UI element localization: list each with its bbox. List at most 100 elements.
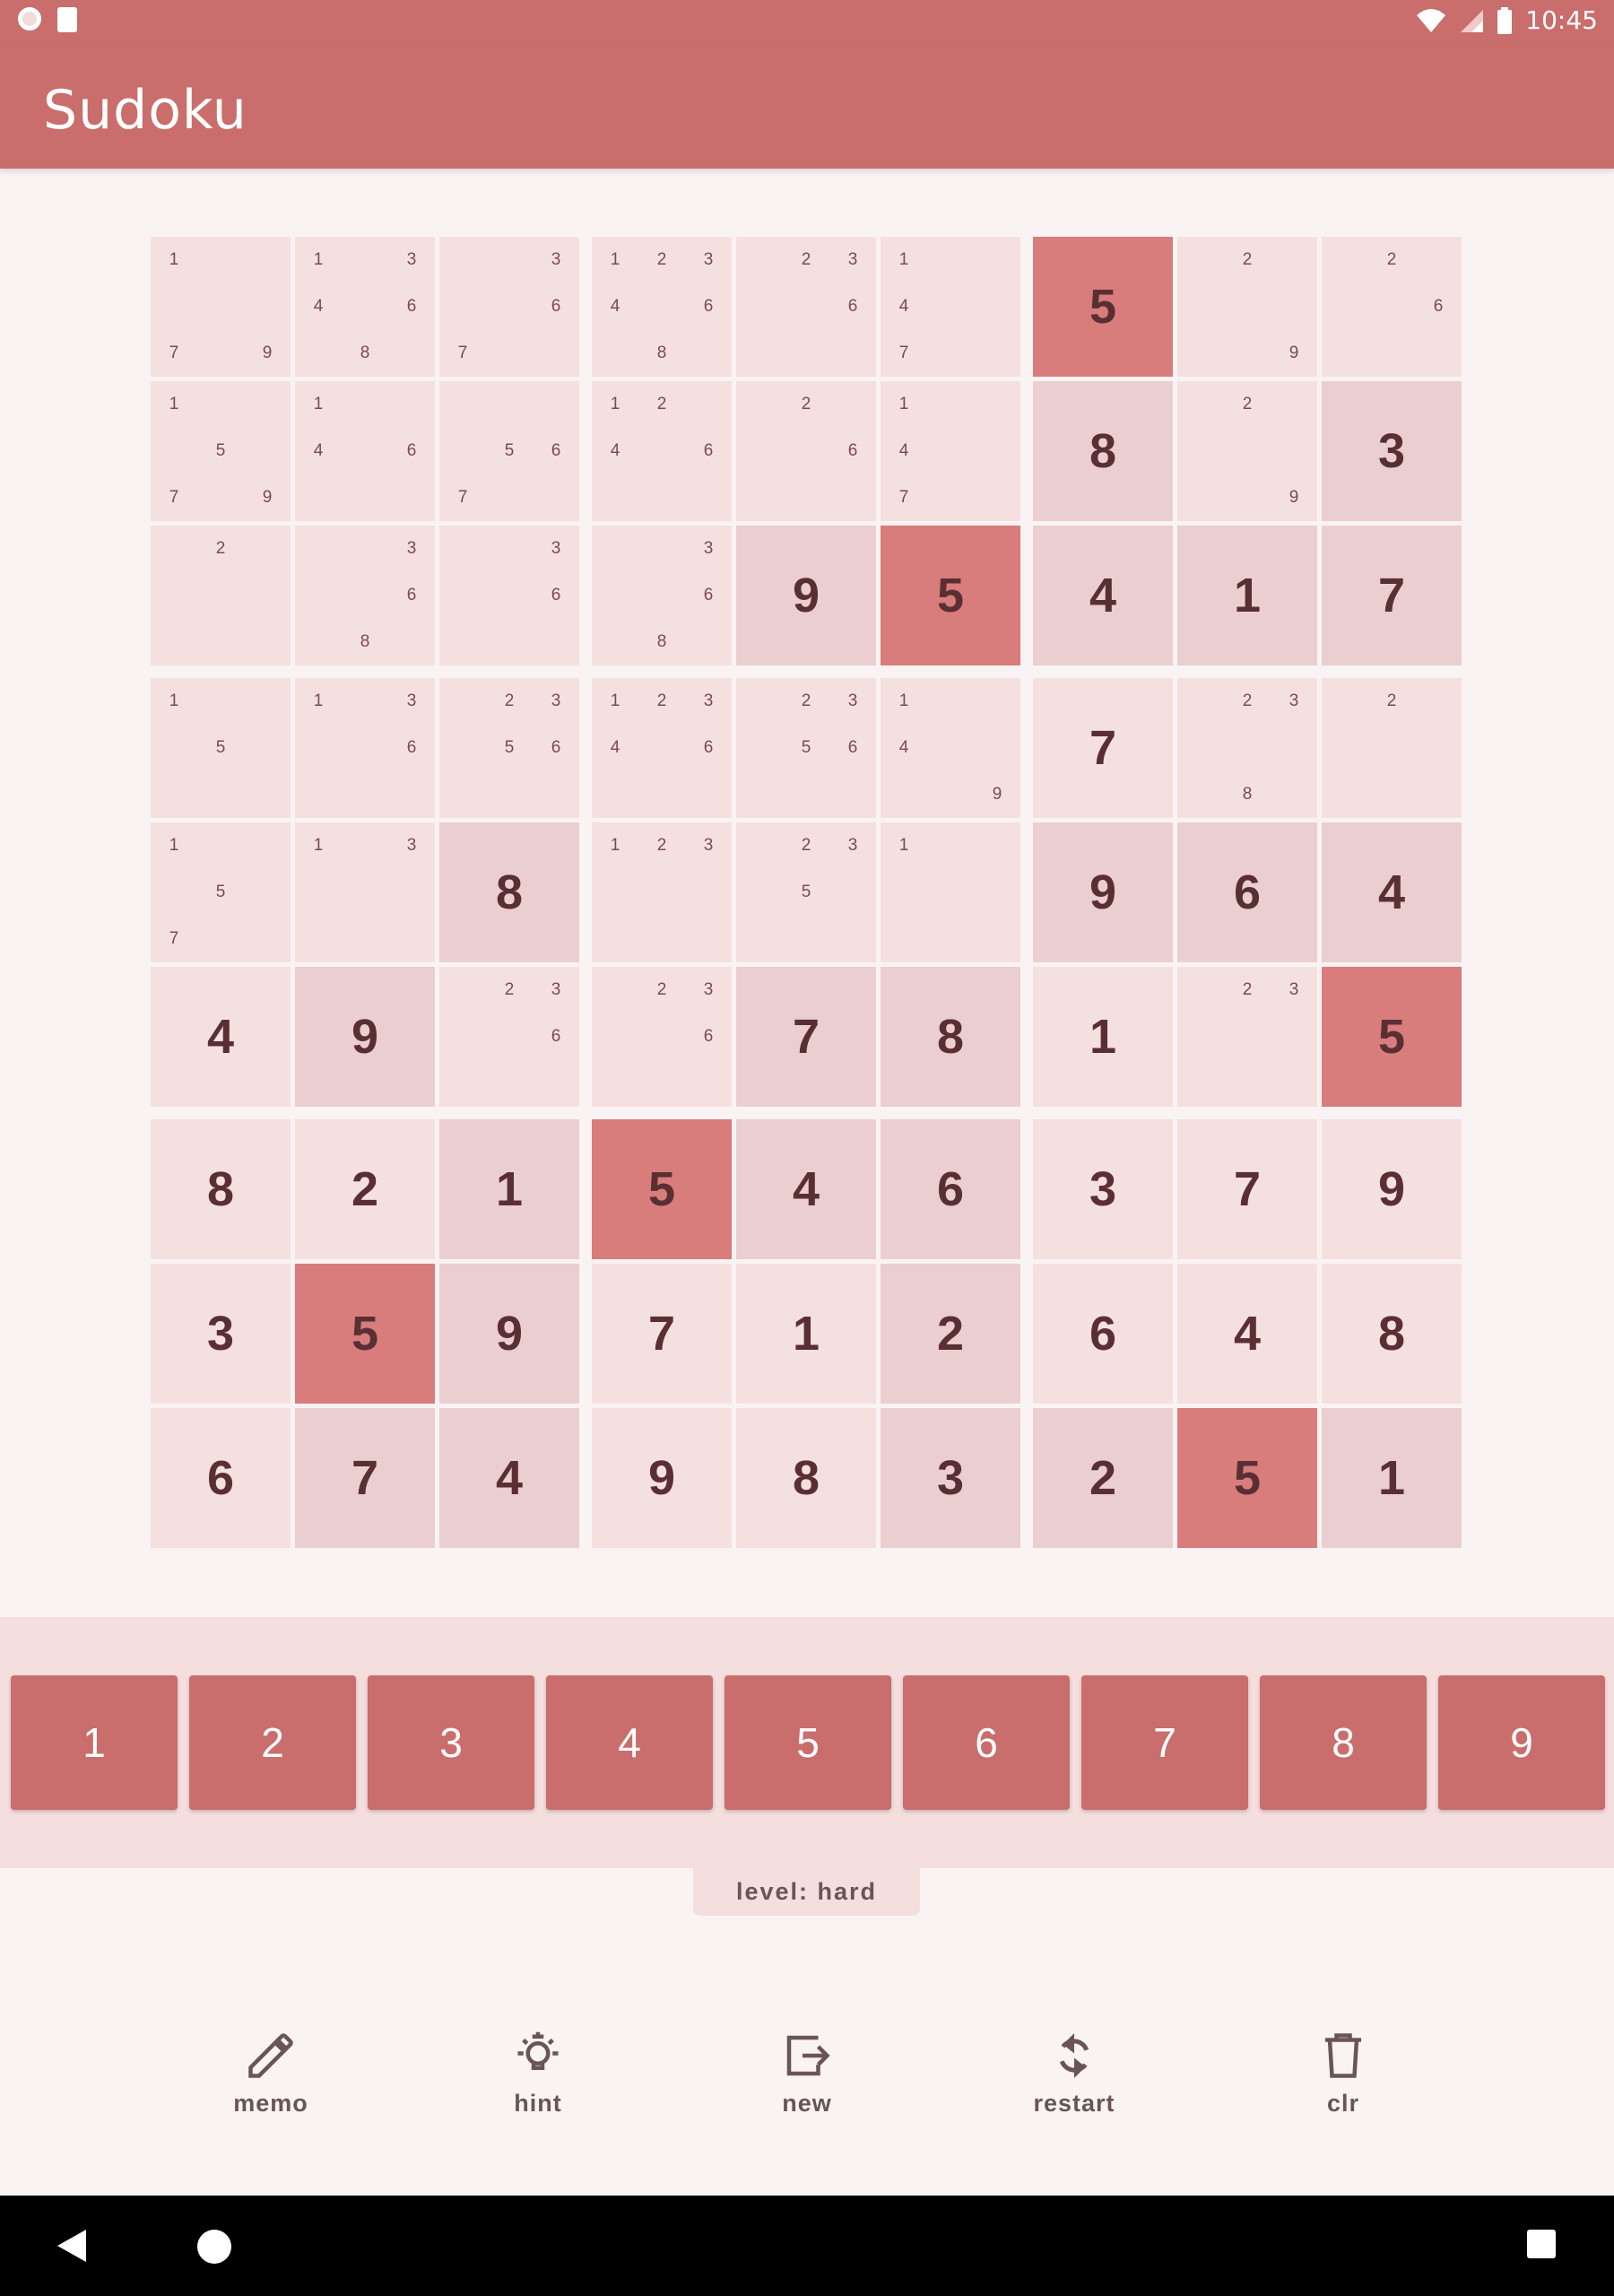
number-button-3[interactable]: 3 <box>368 1675 534 1810</box>
sudoku-cell[interactable]: 2 3 6 <box>439 967 579 1107</box>
sudoku-cell[interactable]: 2 <box>151 526 291 665</box>
sudoku-cell[interactable]: 5 <box>1177 1408 1317 1548</box>
sudoku-cell[interactable]: 1579 <box>151 381 291 521</box>
sudoku-cell[interactable]: 9 <box>295 967 435 1107</box>
sudoku-cell[interactable]: 2 3 6 <box>736 237 876 377</box>
number-button-4[interactable]: 4 <box>546 1675 713 1810</box>
sudoku-cell[interactable]: 7 <box>736 967 876 1107</box>
sudoku-cell[interactable]: 3 <box>151 1264 291 1404</box>
sudoku-cell[interactable]: 3 6 8 <box>592 526 732 665</box>
sudoku-cell[interactable]: 1 2 4 6 <box>592 381 732 521</box>
exit-to-app-icon <box>786 2035 830 2076</box>
sudoku-cell[interactable]: 1 3 4 6 8 <box>295 237 435 377</box>
sudoku-cell[interactable]: 3 <box>1322 381 1462 521</box>
sudoku-cell[interactable]: 8 <box>1322 1264 1462 1404</box>
sudoku-cell[interactable]: 7 <box>1033 678 1173 818</box>
restart-button[interactable]: restart <box>1011 2029 1137 2136</box>
sudoku-cell[interactable]: 23 <box>1177 967 1317 1107</box>
sudoku-cell[interactable]: 8 <box>151 1119 291 1259</box>
sudoku-cell[interactable]: 2 <box>1322 678 1462 818</box>
sudoku-cell[interactable]: 2 3 5 <box>736 822 876 962</box>
sudoku-cell[interactable]: 1 <box>439 1119 579 1259</box>
sudoku-cell[interactable]: 1 <box>881 822 1020 962</box>
sudoku-cell[interactable]: 15 <box>151 678 291 818</box>
sudoku-cell[interactable]: 1 <box>1322 1408 1462 1548</box>
sudoku-cell[interactable]: 4 <box>1322 822 1462 962</box>
sudoku-cell[interactable]: 2 <box>881 1264 1020 1404</box>
sudoku-cell[interactable]: 9 <box>1322 1119 1462 1259</box>
sudoku-cell[interactable]: 1 <box>736 1264 876 1404</box>
number-button-6[interactable]: 6 <box>903 1675 1070 1810</box>
sudoku-cell[interactable]: 2 3 8 <box>1177 678 1317 818</box>
sudoku-cell[interactable]: 4 <box>736 1119 876 1259</box>
sudoku-cell[interactable]: 8 <box>439 822 579 962</box>
sudoku-cell[interactable]: 36 <box>439 526 579 665</box>
sudoku-cell[interactable]: 2 3 6 <box>592 967 732 1107</box>
sudoku-cell[interactable]: 5 6 7 <box>439 381 579 521</box>
new-game-button[interactable]: new <box>744 2029 870 2136</box>
sudoku-cell[interactable]: 7 <box>1322 526 1462 665</box>
sudoku-cell[interactable]: 1 4 6 <box>295 381 435 521</box>
sudoku-cell[interactable]: 7 <box>295 1408 435 1548</box>
sudoku-cell[interactable]: 13 <box>295 822 435 962</box>
number-button-7[interactable]: 7 <box>1081 1675 1248 1810</box>
sudoku-cell[interactable]: 1 3 6 <box>295 678 435 818</box>
sudoku-cell[interactable]: 1 4 7 <box>881 237 1020 377</box>
number-button-2[interactable]: 2 <box>189 1675 356 1810</box>
sudoku-cell[interactable]: 1 <box>1177 526 1317 665</box>
sudoku-cell[interactable]: 3 <box>1033 1119 1173 1259</box>
home-icon[interactable] <box>197 2230 231 2264</box>
sudoku-cell[interactable]: 9 <box>592 1408 732 1548</box>
sudoku-cell[interactable]: 7 <box>1177 1119 1317 1259</box>
sudoku-cell[interactable]: 8 <box>881 967 1020 1107</box>
sudoku-cell[interactable]: 3 6 8 <box>295 526 435 665</box>
sudoku-cell[interactable]: 4 <box>151 967 291 1107</box>
sudoku-cell[interactable]: 2 3 5 6 <box>736 678 876 818</box>
sudoku-cell[interactable]: 5 <box>1322 967 1462 1107</box>
sudoku-cell[interactable]: 1 4 9 <box>881 678 1020 818</box>
sudoku-cell[interactable]: 5 <box>295 1264 435 1404</box>
sudoku-cell[interactable]: 3 6 7 <box>439 237 579 377</box>
sudoku-cell[interactable]: 9 <box>1033 822 1173 962</box>
sudoku-cell[interactable]: 26 <box>1322 237 1462 377</box>
sudoku-cell[interactable]: 26 <box>736 381 876 521</box>
sudoku-cell[interactable]: 6 <box>151 1408 291 1548</box>
sudoku-cell[interactable]: 2 <box>1033 1408 1173 1548</box>
hint-button[interactable]: hint <box>475 2029 601 2136</box>
sudoku-cell[interactable]: 9 <box>736 526 876 665</box>
sudoku-cell[interactable]: 4 <box>1033 526 1173 665</box>
clear-button[interactable]: clr <box>1280 2029 1406 2136</box>
sudoku-cell[interactable]: 9 <box>439 1264 579 1404</box>
number-button-1[interactable]: 1 <box>11 1675 178 1810</box>
sudoku-cell[interactable]: 1 2 3 4 6 8 <box>592 237 732 377</box>
number-button-5[interactable]: 5 <box>725 1675 891 1810</box>
sudoku-cell[interactable]: 5 <box>881 526 1020 665</box>
sudoku-cell[interactable]: 1 <box>1033 967 1173 1107</box>
cell-value: 4 <box>1089 569 1117 622</box>
sudoku-cell[interactable]: 1 5 7 <box>151 822 291 962</box>
sudoku-cell[interactable]: 29 <box>1177 381 1317 521</box>
sudoku-cell[interactable]: 1 7 9 <box>151 237 291 377</box>
sudoku-cell[interactable]: 6 <box>1033 1264 1173 1404</box>
sudoku-cell[interactable]: 29 <box>1177 237 1317 377</box>
sudoku-cell[interactable]: 7 <box>592 1264 732 1404</box>
sudoku-cell[interactable]: 8 <box>736 1408 876 1548</box>
sudoku-cell[interactable]: 8 <box>1033 381 1173 521</box>
number-button-9[interactable]: 9 <box>1438 1675 1605 1810</box>
sudoku-cell[interactable]: 3 <box>881 1408 1020 1548</box>
sudoku-cell[interactable]: 6 <box>1177 822 1317 962</box>
sudoku-cell[interactable]: 6 <box>881 1119 1020 1259</box>
number-button-8[interactable]: 8 <box>1260 1675 1427 1810</box>
sudoku-cell[interactable]: 2 <box>295 1119 435 1259</box>
sudoku-cell[interactable]: 1 2 3 4 6 <box>592 678 732 818</box>
sudoku-cell[interactable]: 5 <box>592 1119 732 1259</box>
sudoku-cell[interactable]: 4 <box>1177 1264 1317 1404</box>
sudoku-cell[interactable]: 1 4 7 <box>881 381 1020 521</box>
sudoku-cell[interactable]: 4 <box>439 1408 579 1548</box>
back-icon[interactable] <box>56 2228 88 2264</box>
recents-icon[interactable] <box>1527 2230 1556 2258</box>
sudoku-cell[interactable]: 2 3 5 6 <box>439 678 579 818</box>
sudoku-cell[interactable]: 1 2 3 <box>592 822 732 962</box>
sudoku-cell[interactable]: 5 <box>1033 237 1173 377</box>
memo-button[interactable]: memo <box>208 2029 334 2136</box>
